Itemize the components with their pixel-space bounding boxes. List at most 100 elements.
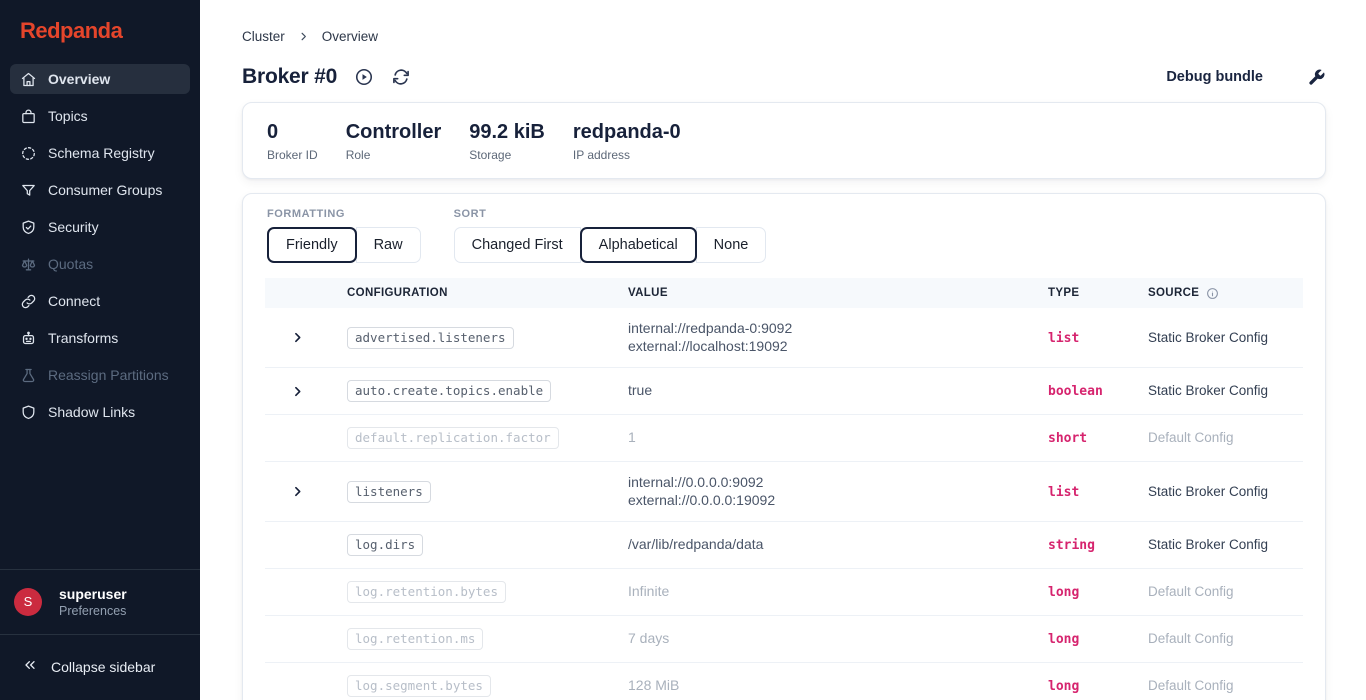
formatting-label: FORMATTING [267,208,421,220]
value-line: internal://redpanda-0:9092 [628,320,1048,338]
table-row: log.dirs /var/lib/redpanda/data string S… [265,522,1303,569]
topics-box-icon [19,107,37,125]
formatting-control: FORMATTING FriendlyRaw [267,208,421,263]
stat-label: Storage [469,148,545,162]
config-type: string [1048,538,1095,553]
collapse-sidebar-button[interactable]: Collapse sidebar [0,635,200,700]
sidebar-item-schema-registry[interactable]: Schema Registry [10,138,190,168]
value-line: true [628,382,1048,400]
sidebar-item-overview[interactable]: Overview [10,64,190,94]
stat-value: 99.2 kiB [469,120,545,145]
config-key-badge: log.dirs [347,534,423,556]
config-key-badge: advertised.listeners [347,327,514,349]
user-menu[interactable]: S superuser Preferences [0,570,200,634]
expand-chevron-icon[interactable] [291,485,347,498]
sidebar-item-label: Topics [48,108,88,124]
config-key-badge: log.retention.ms [347,628,483,650]
formatting-option-friendly[interactable]: Friendly [267,227,357,263]
sidebar-item-consumer-groups[interactable]: Consumer Groups [10,175,190,205]
sidebar-item-label: Connect [48,293,100,309]
stat-role: Controller Role [346,120,442,162]
stat-ip-address: redpanda-0 IP address [573,120,681,162]
breadcrumb-overview[interactable]: Overview [322,29,378,44]
stat-broker-id: 0 Broker ID [267,120,318,162]
sidebar-item-security[interactable]: Security [10,212,190,242]
sort-label: SORT [454,208,767,220]
header-source-label: SOURCE [1148,287,1199,299]
breadcrumb: Cluster Overview [200,0,1366,44]
config-type: long [1048,585,1079,600]
sidebar-item-shadow-links[interactable]: Shadow Links [10,397,190,427]
sidebar-item-label: Transforms [48,330,118,346]
sidebar-item-transforms[interactable]: Transforms [10,323,190,353]
config-value: 1 [628,429,1048,447]
stat-value: Controller [346,120,442,145]
stat-label: IP address [573,148,681,162]
config-table: CONFIGURATION VALUE TYPE SOURCE advertis… [265,278,1303,700]
sort-option-changed-first[interactable]: Changed First [454,227,581,263]
stat-value: redpanda-0 [573,120,681,145]
config-source: Default Config [1148,430,1234,445]
header-type: TYPE [1048,287,1148,299]
config-source: Default Config [1148,584,1234,599]
config-key-badge: default.replication.factor [347,427,559,449]
config-type: boolean [1048,384,1103,399]
redpanda-logo[interactable]: Redpanda [0,0,200,62]
table-body: advertised.listeners internal://redpanda… [265,308,1303,700]
config-source: Static Broker Config [1148,484,1268,499]
breadcrumb-cluster[interactable]: Cluster [242,29,285,44]
sidebar-item-topics[interactable]: Topics [10,101,190,131]
sidebar-item-reassign-partitions[interactable]: Reassign Partitions [10,360,190,390]
stat-label: Role [346,148,442,162]
config-key-badge: log.retention.bytes [347,581,506,603]
stat-label: Broker ID [267,148,318,162]
play-circle-icon[interactable] [354,67,374,87]
config-type: long [1048,679,1079,694]
scales-icon [19,255,37,273]
page-title: Broker #0 [242,65,337,89]
chevrons-left-icon [22,657,38,676]
config-value: internal://redpanda-0:9092external://loc… [628,320,1048,355]
config-value: 128 MiB [628,677,1048,695]
config-source: Default Config [1148,678,1234,693]
robot-icon [19,329,37,347]
formatting-button-group: FriendlyRaw [267,227,421,263]
value-line: 1 [628,429,1048,447]
shield-outline-icon [19,403,37,421]
header-value: VALUE [628,287,1048,299]
config-type: short [1048,431,1087,446]
formatting-option-raw[interactable]: Raw [356,227,421,263]
sidebar-item-connect[interactable]: Connect [10,286,190,316]
refresh-icon[interactable] [391,67,411,87]
expand-chevron-icon[interactable] [291,331,347,344]
config-card: FORMATTING FriendlyRaw SORT Changed Firs… [242,193,1326,700]
config-source: Static Broker Config [1148,330,1268,345]
sidebar-item-label: Shadow Links [48,404,135,420]
info-icon[interactable] [1206,287,1219,300]
debug-bundle-link[interactable]: Debug bundle [1166,69,1263,85]
main-content: Cluster Overview Broker #0 Debug bundle … [200,0,1366,700]
table-row[interactable]: advertised.listeners internal://redpanda… [265,308,1303,368]
value-line: external://localhost:19092 [628,338,1048,356]
config-value: /var/lib/redpanda/data [628,536,1048,554]
user-preferences-label[interactable]: Preferences [59,603,127,619]
wrench-icon[interactable] [1307,68,1326,87]
value-line: 7 days [628,630,1048,648]
schema-registry-icon [19,144,37,162]
expand-chevron-icon[interactable] [291,385,347,398]
table-row[interactable]: listeners internal://0.0.0.0:9092externa… [265,462,1303,522]
config-value: 7 days [628,630,1048,648]
sort-option-alphabetical[interactable]: Alphabetical [580,227,697,263]
sort-option-none[interactable]: None [696,227,767,263]
user-name: superuser [59,585,127,603]
sidebar-item-label: Schema Registry [48,145,155,161]
config-value: Infinite [628,583,1048,601]
sidebar-item-quotas[interactable]: Quotas [10,249,190,279]
value-line: external://0.0.0.0:19092 [628,492,1048,510]
sidebar-item-label: Reassign Partitions [48,367,169,383]
table-row[interactable]: auto.create.topics.enable true boolean S… [265,368,1303,415]
sidebar-item-label: Overview [48,71,110,87]
config-key-badge: log.segment.bytes [347,675,491,697]
page-header: Broker #0 Debug bundle [200,44,1366,89]
sort-button-group: Changed FirstAlphabeticalNone [454,227,767,263]
